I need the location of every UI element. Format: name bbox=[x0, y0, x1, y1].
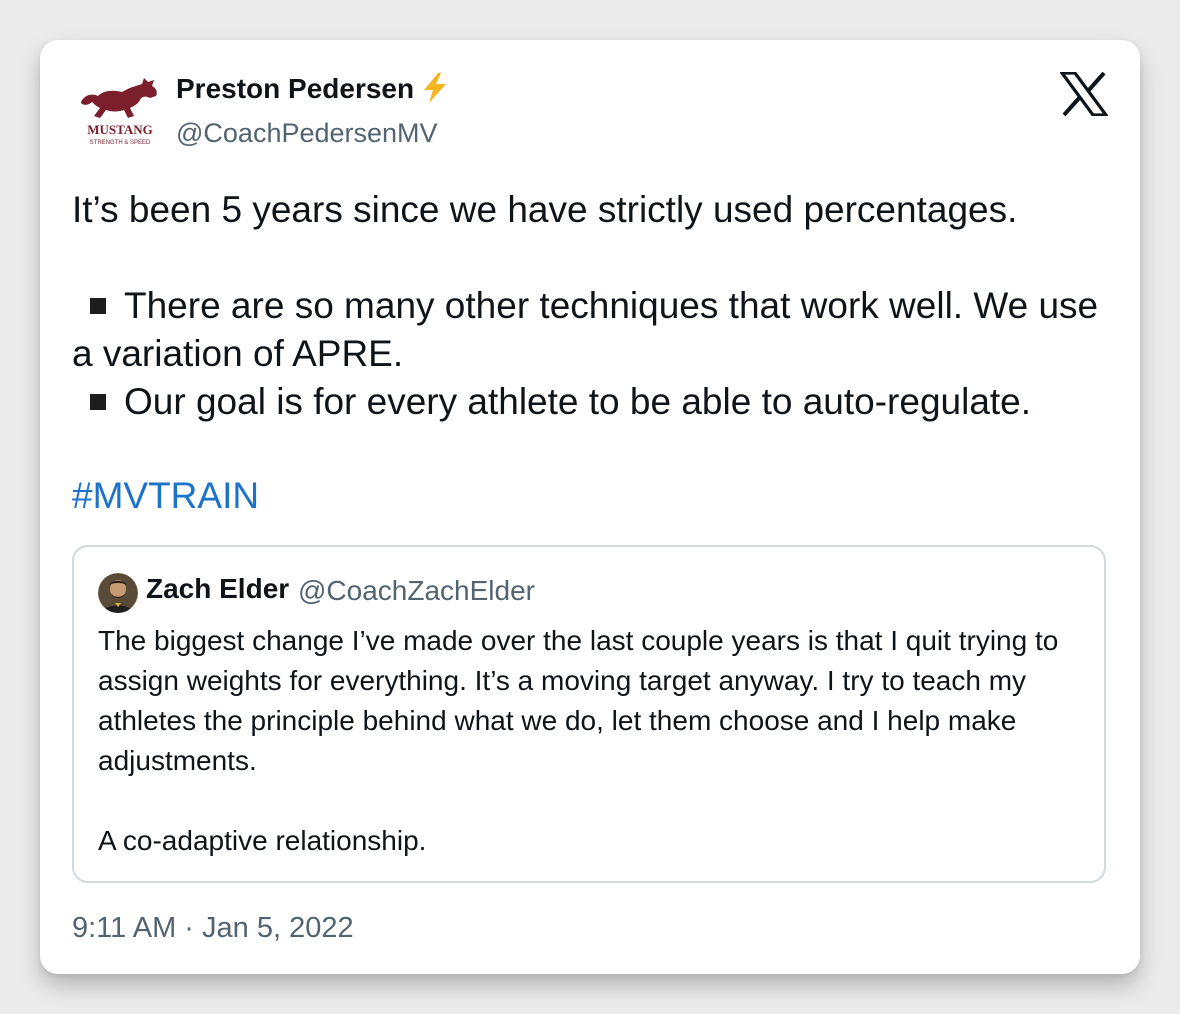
quoted-tweet-text: The biggest change I’ve made over the la… bbox=[98, 621, 1098, 861]
tweet-timestamp[interactable]: 9:11 AM · Jan 5, 2022 bbox=[72, 912, 354, 945]
author-name[interactable]: Preston Pedersen bbox=[176, 73, 414, 104]
author-avatar[interactable]: MUSTANG STRENGTH & SPEED bbox=[78, 74, 162, 154]
hashtag-link[interactable]: #MVTRAIN bbox=[72, 472, 259, 520]
bullet-square-icon bbox=[90, 394, 106, 410]
tweet-bullet-2-text: Our goal is for every athlete to be able… bbox=[124, 381, 1032, 422]
tweet-bullet-1-text: There are so many other techniques that … bbox=[72, 285, 1099, 374]
quoted-paragraph-2: A co-adaptive relationship. bbox=[98, 825, 427, 856]
avatar-text-sub: STRENGTH & SPEED bbox=[90, 140, 151, 146]
tweet-text-line1: It’s been 5 years since we have strictly… bbox=[72, 189, 1018, 230]
lightning-bolt-icon bbox=[420, 72, 450, 111]
author-name-row[interactable]: Preston Pedersen bbox=[176, 72, 450, 111]
author-handle[interactable]: @CoachPedersenMV bbox=[176, 118, 438, 149]
tweet-bullet-2: Our goal is for every athlete to be able… bbox=[72, 378, 1122, 426]
bullet-square-icon bbox=[90, 298, 106, 314]
quoted-tweet[interactable]: Zach Elder @CoachZachElder The biggest c… bbox=[72, 545, 1106, 883]
mustang-logo-icon: MUSTANG STRENGTH & SPEED bbox=[81, 78, 157, 146]
tweet-bullet-1: There are so many other techniques that … bbox=[72, 282, 1122, 378]
quoted-author-name[interactable]: Zach Elder bbox=[146, 573, 289, 605]
x-logo-icon[interactable] bbox=[1058, 71, 1110, 117]
quoted-author-handle[interactable]: @CoachZachElder bbox=[298, 575, 535, 607]
tweet-text: It’s been 5 years since we have strictly… bbox=[72, 186, 1122, 426]
profile-photo-avatar[interactable] bbox=[98, 573, 138, 613]
tweet-card: MUSTANG STRENGTH & SPEED Preston Pederse… bbox=[40, 40, 1140, 974]
quoted-paragraph-1: The biggest change I’ve made over the la… bbox=[98, 625, 1059, 776]
avatar-text-main: MUSTANG bbox=[87, 122, 152, 137]
